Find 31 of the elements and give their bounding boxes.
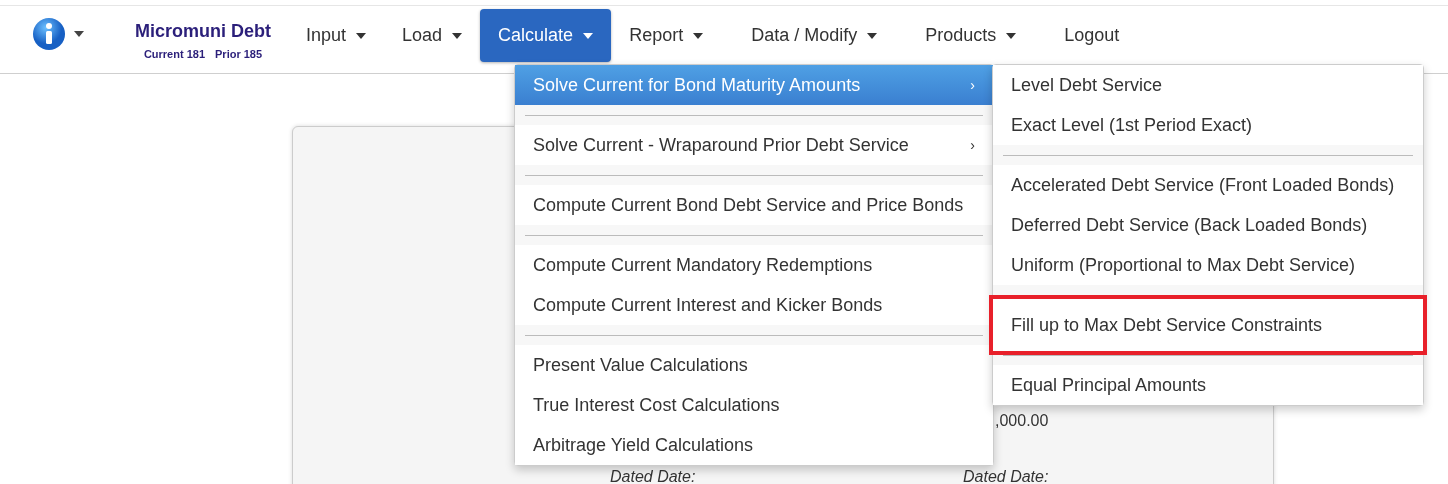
- chevron-icon: ›: [970, 77, 975, 93]
- nav-menu[interactable]: Logout: [1046, 9, 1138, 62]
- chevron-icon: ›: [970, 137, 975, 153]
- nav-menu[interactable]: Load: [384, 9, 481, 62]
- nav-menu[interactable]: Report: [611, 9, 722, 62]
- caret-icon: [693, 32, 704, 39]
- nav-menu[interactable]: Calculate: [480, 9, 612, 62]
- nav-menu[interactable]: Data / Modify: [733, 9, 896, 62]
- amount-text: ,000.00: [995, 412, 1050, 431]
- menu-item[interactable]: Level Debt Service: [993, 65, 1423, 105]
- caret-icon: [867, 32, 878, 39]
- app-title: Micromuni Debt: [135, 21, 271, 42]
- dated-date-label: Dated Date:: [610, 468, 697, 484]
- menu-item[interactable]: True Interest Cost Calculations: [515, 385, 993, 425]
- menu-item[interactable]: Deferred Debt Service (Back Loaded Bonds): [993, 205, 1423, 245]
- menu-item[interactable]: Accelerated Debt Service (Front Loaded Bonds): [993, 165, 1423, 205]
- nav-menu[interactable]: Products: [907, 9, 1035, 62]
- current-count: Current 181: [143, 48, 205, 60]
- dated-date-label: Dated Date:: [963, 468, 1050, 484]
- menu-item[interactable]: Arbitrage Yield Calculations: [515, 425, 993, 465]
- caret-icon: [583, 32, 594, 39]
- caret-icon: [356, 32, 367, 39]
- caret-icon: [1006, 32, 1017, 39]
- caret-icon: [452, 32, 463, 39]
- nav-menu[interactable]: Input: [288, 9, 385, 62]
- caret-icon: [74, 31, 84, 37]
- menu-item[interactable]: Uniform (Proportional to Max Debt Service): [993, 245, 1423, 285]
- menu-item[interactable]: Exact Level (1st Period Exact): [993, 105, 1423, 145]
- info-icon[interactable]: [32, 17, 66, 51]
- menu-item[interactable]: Equal Principal Amounts: [993, 365, 1423, 405]
- prior-count: Prior 185: [215, 48, 263, 60]
